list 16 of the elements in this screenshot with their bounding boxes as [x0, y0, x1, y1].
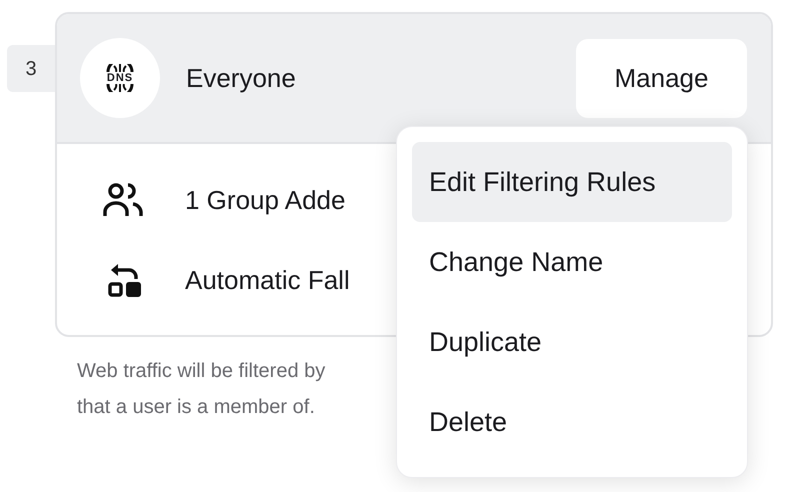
menu-item[interactable]: Delete: [412, 382, 732, 462]
fallback-icon: [107, 262, 143, 298]
menu-item[interactable]: Duplicate: [412, 302, 732, 382]
detail-text: 1 Group Adde: [185, 184, 346, 216]
detail-text: Automatic Fall: [185, 264, 350, 296]
globe-top-icon: [106, 64, 134, 72]
note-text: that a user is a member of.: [77, 395, 316, 420]
menu-item[interactable]: Edit Filtering Rules: [412, 142, 732, 222]
globe-bottom-icon: [106, 84, 134, 92]
note-text: Web traffic will be filtered by: [77, 359, 326, 384]
menu-item[interactable]: Change Name: [412, 222, 732, 302]
row-number: 3: [7, 45, 55, 92]
policy-name: Everyone: [186, 62, 296, 94]
logo-text: DNS: [106, 72, 134, 84]
manage-button[interactable]: Manage: [576, 38, 747, 118]
people-icon: [103, 182, 143, 218]
